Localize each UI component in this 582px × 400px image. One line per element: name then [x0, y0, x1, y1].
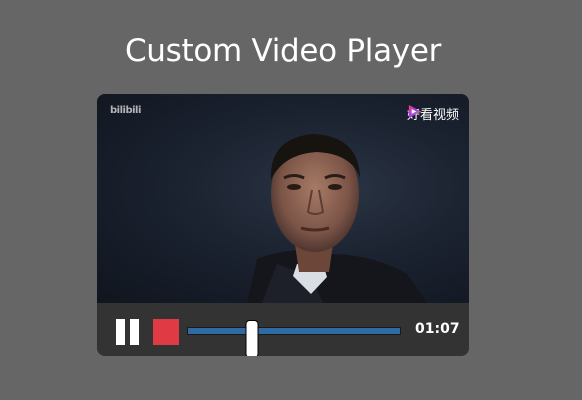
- bilibili-watermark: bilibili: [110, 105, 141, 116]
- haokan-watermark: 好看视频: [407, 104, 459, 123]
- pause-button[interactable]: [116, 319, 140, 345]
- pause-icon-bar: [130, 319, 139, 345]
- play-triangle-logo-icon: [408, 104, 422, 119]
- page: Custom Video Player bilibili 好看视频 01:07: [0, 0, 582, 400]
- time-display: 01:07: [415, 321, 460, 337]
- video-frame[interactable]: bilibili 好看视频: [97, 94, 469, 303]
- page-title: Custom Video Player: [124, 33, 442, 69]
- video-player: bilibili 好看视频 01:07: [97, 94, 469, 356]
- stop-button[interactable]: [153, 319, 179, 345]
- pause-icon: [116, 319, 125, 345]
- progress-slider[interactable]: [187, 320, 401, 356]
- video-scene: [247, 134, 427, 303]
- progress-thumb[interactable]: [245, 320, 259, 356]
- controls-bar: 01:07: [97, 303, 469, 356]
